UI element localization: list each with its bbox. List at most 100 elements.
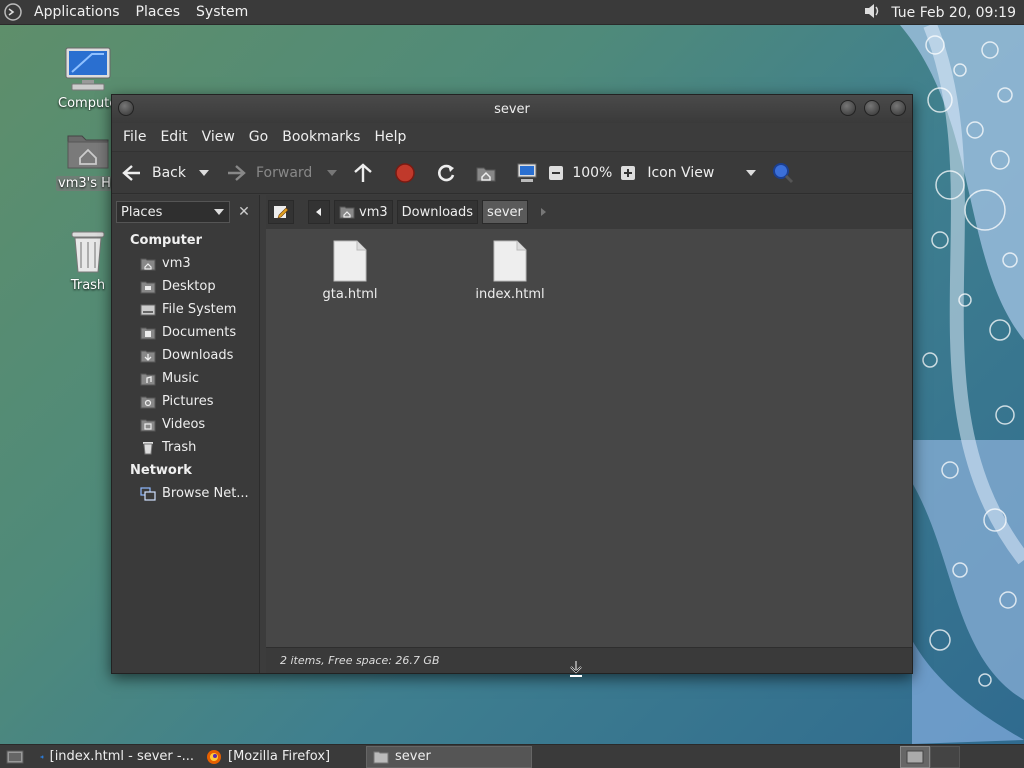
menu-view[interactable]: View xyxy=(195,129,242,145)
desktop-icon-label: Trash xyxy=(70,278,106,293)
forward-button[interactable]: Forward xyxy=(224,158,312,188)
taskbar-item-sever[interactable]: sever xyxy=(366,745,532,768)
sidebar-item-vm3[interactable]: vm3 xyxy=(112,252,259,275)
home-icon xyxy=(476,167,496,181)
file-item[interactable]: index.html xyxy=(460,239,560,302)
window-thumbnail-icon xyxy=(906,750,924,763)
menu-bookmarks[interactable]: Bookmarks xyxy=(275,129,367,145)
file-manager-window: sever File Edit View Go Bookmarks Help B… xyxy=(111,94,913,674)
status-text: 2 items, Free space: 26.7 GB xyxy=(280,654,440,667)
applications-menu[interactable]: Applications xyxy=(26,0,128,25)
file-item[interactable]: gta.html xyxy=(300,239,400,302)
status-bar: 2 items, Free space: 26.7 GB xyxy=(266,647,912,673)
close-icon: ✕ xyxy=(238,204,250,220)
workspace-2[interactable] xyxy=(930,745,960,768)
places-menu[interactable]: Places xyxy=(128,0,189,25)
close-button[interactable] xyxy=(890,100,906,116)
chevron-down-icon xyxy=(199,169,209,176)
downloads-folder-icon xyxy=(140,350,156,362)
drive-icon xyxy=(140,304,156,315)
sidebar-item-label: Documents xyxy=(162,325,237,340)
taskbar-item-label: [Mozilla Firefox] xyxy=(228,749,331,764)
forward-label: Forward xyxy=(256,164,313,181)
edit-location-icon xyxy=(274,206,289,219)
toolbar: Back Forward 100% Icon View xyxy=(112,151,912,194)
stop-button[interactable] xyxy=(394,158,416,188)
sidebar-item-label: Downloads xyxy=(162,348,234,363)
workspace-switcher[interactable] xyxy=(900,745,960,768)
menu-go[interactable]: Go xyxy=(242,129,275,145)
zoom-out-button[interactable] xyxy=(548,158,564,188)
home-button[interactable] xyxy=(475,158,497,188)
sidebar-item-label: Music xyxy=(162,371,199,386)
sidebar-item-desktop[interactable]: Desktop xyxy=(112,275,259,298)
sidebar-mode-select[interactable]: Places xyxy=(116,201,230,223)
minimize-button[interactable] xyxy=(840,100,856,116)
chevron-down-icon xyxy=(214,209,224,215)
sidebar: Places ✕ Computer vm3 Desktop File Syste… xyxy=(112,195,260,673)
path-segment-downloads[interactable]: Downloads xyxy=(396,200,479,224)
location-toggle-button[interactable] xyxy=(268,200,294,224)
sidebar-close-button[interactable]: ✕ xyxy=(234,202,254,222)
path-scroll-left-button[interactable] xyxy=(308,200,330,224)
show-desktop-button[interactable] xyxy=(0,746,34,768)
back-arrow-icon xyxy=(122,164,140,181)
trash-icon xyxy=(143,441,153,454)
sidebar-header-computer: Computer xyxy=(130,233,203,248)
path-segment-label: Downloads xyxy=(401,204,474,220)
path-scroll-right-button[interactable] xyxy=(532,200,554,224)
menu-file[interactable]: File xyxy=(116,129,153,145)
taskbar-item-label: [index.html - sever -... xyxy=(49,749,194,764)
volume-icon[interactable] xyxy=(863,2,883,24)
file-name: gta.html xyxy=(322,287,378,302)
workspace-1[interactable] xyxy=(900,745,930,768)
reload-button[interactable] xyxy=(435,158,457,188)
sidebar-item-pictures[interactable]: Pictures xyxy=(112,390,259,413)
taskbar-item-firefox[interactable]: [Mozilla Firefox] xyxy=(200,746,366,768)
zoom-level[interactable]: 100% xyxy=(572,158,612,188)
html-file-icon xyxy=(333,240,367,282)
path-segment-label: vm3 xyxy=(359,204,388,220)
zoom-in-button[interactable] xyxy=(620,158,636,188)
menubar: File Edit View Go Bookmarks Help xyxy=(112,123,912,151)
path-segment-label: sever xyxy=(487,204,523,220)
back-label: Back xyxy=(152,164,186,181)
documents-folder-icon xyxy=(140,327,156,339)
maximize-button[interactable] xyxy=(864,100,880,116)
sidebar-item-label: Browse Net... xyxy=(162,486,249,501)
sidebar-item-browse-network[interactable]: Browse Net... xyxy=(112,482,259,505)
sidebar-header-network: Network xyxy=(130,463,192,478)
view-mode-select[interactable]: Icon View xyxy=(647,158,757,188)
menu-edit[interactable]: Edit xyxy=(153,129,194,145)
menu-help[interactable]: Help xyxy=(367,129,413,145)
sidebar-item-label: Videos xyxy=(162,417,206,432)
chevron-down-icon xyxy=(327,169,338,176)
system-menu[interactable]: System xyxy=(188,0,256,25)
distro-logo-icon[interactable] xyxy=(0,0,26,25)
back-button[interactable]: Back xyxy=(120,158,186,188)
clock[interactable]: Tue Feb 20, 09:19 xyxy=(891,5,1016,21)
path-segment-vm3[interactable]: vm3 xyxy=(334,200,393,224)
up-button[interactable] xyxy=(352,158,374,188)
search-button[interactable] xyxy=(771,158,795,188)
sidebar-item-label: Trash xyxy=(162,440,197,455)
path-segment-sever[interactable]: sever xyxy=(482,200,528,224)
music-folder-icon xyxy=(140,373,156,385)
forward-history-dropdown[interactable] xyxy=(326,158,338,188)
sidebar-item-music[interactable]: Music xyxy=(112,367,259,390)
sidebar-item-documents[interactable]: Documents xyxy=(112,321,259,344)
taskbar-item-editor[interactable]: [index.html - sever -... xyxy=(34,746,200,768)
sidebar-item-file-system[interactable]: File System xyxy=(112,298,259,321)
pictures-folder-icon xyxy=(140,396,156,408)
videos-folder-icon xyxy=(140,419,156,431)
home-folder-icon xyxy=(339,206,355,219)
file-view[interactable]: gta.html index.html xyxy=(266,229,912,647)
sidebar-item-videos[interactable]: Videos xyxy=(112,413,259,436)
window-menu-button[interactable] xyxy=(118,100,134,116)
computer-button[interactable] xyxy=(516,158,538,188)
titlebar[interactable]: sever xyxy=(112,95,912,123)
zoom-level-label: 100% xyxy=(572,164,613,181)
sidebar-item-trash[interactable]: Trash xyxy=(112,436,259,459)
sidebar-item-downloads[interactable]: Downloads xyxy=(112,344,259,367)
back-history-dropdown[interactable] xyxy=(198,158,210,188)
